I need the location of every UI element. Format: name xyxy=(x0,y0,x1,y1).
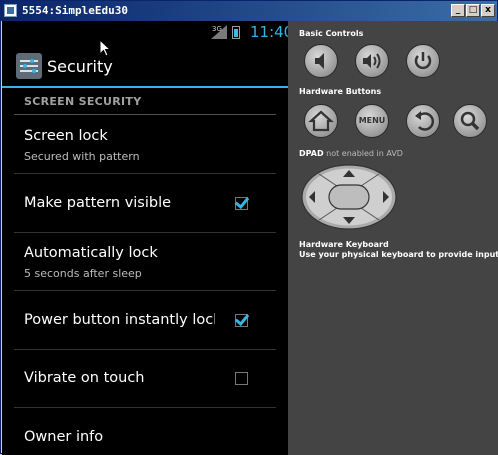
status-bar: 3G 11:40 xyxy=(2,21,288,45)
checkbox-checked[interactable] xyxy=(235,314,248,327)
security-settings-icon[interactable] xyxy=(16,53,42,79)
checkbox-checked[interactable] xyxy=(235,197,248,210)
pref-make-pattern-visible[interactable]: Make pattern visible xyxy=(2,175,288,233)
menu-button[interactable]: MENU xyxy=(355,104,389,138)
emulator-window: 5554:SimpleEdu30 _ □ x 3G 11:40 Security… xyxy=(0,0,498,455)
dpad-control[interactable] xyxy=(301,164,397,230)
pref-owner-info[interactable]: Owner info xyxy=(2,409,288,455)
status-time: 11:40 xyxy=(250,23,288,41)
pref-title: Power button instantly lock xyxy=(24,312,215,328)
minimize-button[interactable]: _ xyxy=(451,4,465,17)
pref-title: Owner info xyxy=(24,429,104,445)
pref-power-button-instantly-lock[interactable]: Power button instantly lock xyxy=(2,292,288,350)
menu-label: MENU xyxy=(358,116,386,125)
section-divider xyxy=(14,114,276,115)
pref-title: Automatically lock xyxy=(24,245,158,261)
volume-down-button[interactable] xyxy=(304,44,338,78)
pref-summary: Secured with pattern xyxy=(24,150,140,163)
back-icon xyxy=(415,111,434,131)
basic-controls-label: Basic Controls xyxy=(299,29,364,38)
maximize-button[interactable]: □ xyxy=(466,4,480,17)
pref-screen-lock[interactable]: Screen lock Secured with pattern xyxy=(2,116,288,174)
back-button[interactable] xyxy=(406,104,440,138)
action-bar-divider xyxy=(2,86,288,88)
pref-summary: 5 seconds after sleep xyxy=(24,267,142,280)
title-bar[interactable]: 5554:SimpleEdu30 _ □ x xyxy=(1,1,497,21)
section-header: SCREEN SECURITY xyxy=(24,95,142,108)
pref-title: Vibrate on touch xyxy=(24,370,145,386)
close-button[interactable]: x xyxy=(481,4,495,17)
home-button[interactable] xyxy=(304,104,338,138)
checkbox-unchecked[interactable] xyxy=(235,372,248,385)
pref-title: Screen lock xyxy=(24,128,108,144)
device-screen[interactable]: 3G 11:40 Security SCREEN SECURITY Screen… xyxy=(2,21,288,455)
pref-vibrate-on-touch[interactable]: Vibrate on touch xyxy=(2,350,288,408)
action-bar: Security xyxy=(2,45,288,87)
window-title: 5554:SimpleEdu30 xyxy=(22,4,128,17)
page-title: Security xyxy=(47,57,113,76)
dpad-label: DPAD not enabled in AVD xyxy=(299,149,403,158)
pref-automatically-lock[interactable]: Automatically lock 5 seconds after sleep xyxy=(2,233,288,291)
pref-title: Make pattern visible xyxy=(24,195,172,211)
hardware-keyboard-label: Hardware Keyboard xyxy=(299,240,389,249)
hardware-buttons-label: Hardware Buttons xyxy=(299,87,382,96)
hardware-keyboard-note: Use your physical keyboard to provide in… xyxy=(299,250,498,259)
volume-down-icon xyxy=(315,53,324,69)
search-button[interactable] xyxy=(453,104,487,138)
network-type-label: 3G xyxy=(212,25,222,33)
power-icon xyxy=(414,52,432,70)
home-icon xyxy=(308,110,334,132)
volume-up-icon xyxy=(363,53,381,69)
app-icon xyxy=(4,4,17,17)
battery-charging-icon xyxy=(232,26,240,39)
search-icon xyxy=(460,111,480,131)
power-button[interactable] xyxy=(406,44,440,78)
volume-up-button[interactable] xyxy=(355,44,389,78)
emulator-controls-panel: Basic Controls Hardware Buttons MENU DPA… xyxy=(288,21,498,455)
